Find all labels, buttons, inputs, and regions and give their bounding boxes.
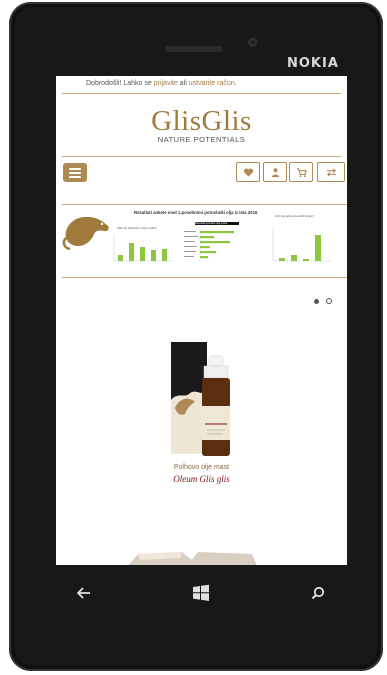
satisfaction-bar-chart — [113, 235, 174, 262]
product-name-line1: Polhovo olje mast — [173, 464, 230, 471]
logo-divider — [62, 156, 341, 157]
wishlist-button[interactable] — [236, 162, 260, 182]
hamburger-line — [69, 175, 81, 178]
product-name-line2: Oleum Glis glis — [173, 474, 230, 484]
logo-subtitle: NATURE POTENTIALS — [157, 135, 246, 144]
header-divider — [62, 93, 341, 94]
browser-viewport[interactable]: Dobrodošli! Lahko se prijavite ali ustva… — [56, 76, 347, 565]
windows-logo-icon — [193, 584, 209, 601]
hamburger-line — [69, 171, 81, 174]
brand-label: NOKIA — [287, 56, 339, 71]
cart-button[interactable] — [289, 162, 313, 182]
start-button[interactable] — [190, 582, 212, 604]
next-product-image[interactable] — [122, 548, 262, 565]
banner-title: Rezultati ankete med 1.posebnimi potrošn… — [134, 210, 258, 215]
compare-button[interactable] — [317, 162, 345, 182]
chart2-title: Rezultati uporabe olja polha — [195, 222, 239, 225]
login-link[interactable]: prijavite — [154, 80, 178, 87]
speaker-grille — [165, 46, 223, 52]
recommend-bar-chart — [272, 229, 331, 262]
site-logo[interactable]: GlisGlis NATURE POTENTIALS — [56, 106, 347, 144]
results-bar-chart — [184, 229, 234, 261]
dormouse-logo-icon — [62, 216, 109, 250]
back-button[interactable] — [73, 582, 95, 604]
menu-button[interactable] — [63, 163, 87, 182]
hamburger-icon — [69, 167, 81, 170]
welcome-middle-text: ali — [177, 80, 189, 87]
slider-pagination — [314, 298, 332, 304]
survey-banner[interactable]: Rezultati ankete med 1.posebnimi potrošn… — [62, 204, 347, 278]
logo-title: GlisGlis — [151, 105, 252, 137]
welcome-bar: Dobrodošli! Lahko se prijavite ali ustva… — [86, 80, 237, 87]
cart-icon — [296, 167, 307, 177]
welcome-text: Dobrodošli! Lahko se — [86, 80, 154, 87]
product-image[interactable] — [169, 338, 239, 460]
search-button[interactable] — [307, 582, 329, 604]
heart-icon — [243, 168, 253, 177]
slider-dot-1[interactable] — [314, 298, 319, 304]
phone-nav-bar — [40, 570, 348, 618]
compare-icon — [326, 167, 336, 177]
welcome-suffix-text: . — [234, 80, 237, 87]
account-button[interactable] — [263, 162, 287, 182]
user-icon — [271, 167, 279, 177]
slider-dot-2[interactable] — [326, 298, 332, 304]
back-arrow-icon — [77, 587, 90, 599]
front-camera — [248, 38, 257, 47]
search-icon — [311, 586, 325, 600]
chart3-title: Ali bi olje polha priporočili drugim? — [275, 215, 315, 218]
chart1-title: Kako ste zadovoljni z oljem polha? — [117, 227, 157, 230]
register-link[interactable]: ustvarite račun — [189, 80, 235, 87]
